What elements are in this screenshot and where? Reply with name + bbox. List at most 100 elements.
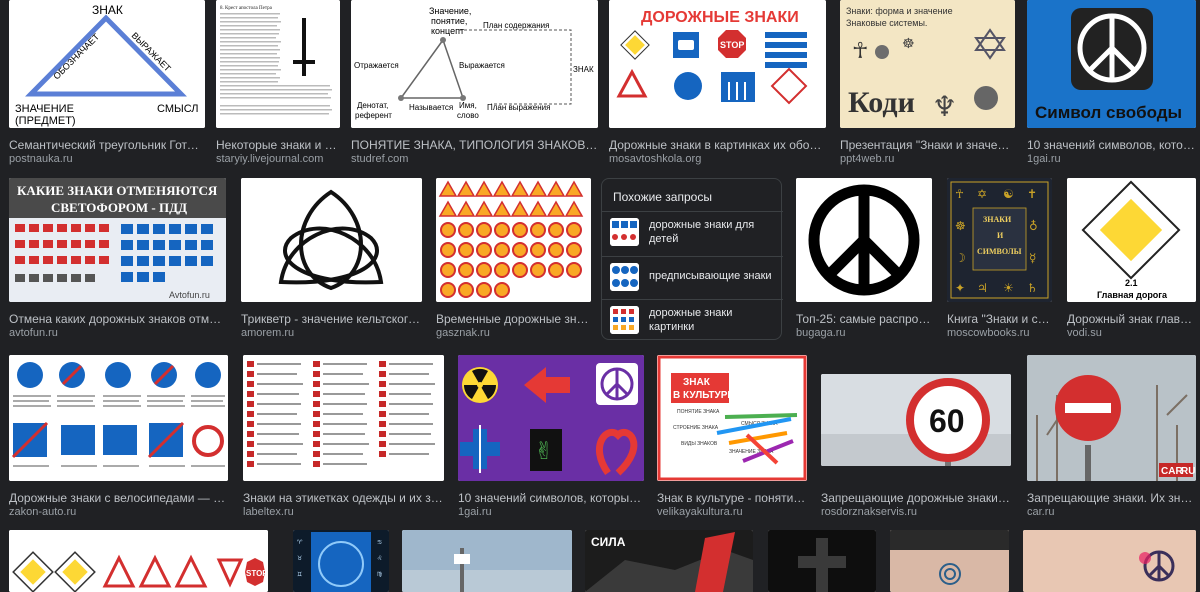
related-search-thumbnail[interactable]: [610, 306, 639, 334]
related-search-thumbnail[interactable]: [610, 263, 639, 291]
result-source[interactable]: velikayakultura.ru: [657, 506, 807, 519]
svg-text:8. Крест апостола Петра: 8. Крест апостола Петра: [220, 6, 273, 11]
result-source[interactable]: studref.com: [351, 153, 598, 166]
result-thumbnail[interactable]: СИЛА: [585, 530, 753, 592]
result-row-4: STOP ♈ ♉ ♊ ♋ ♌ ♍ СИЛА: [0, 530, 1200, 592]
svg-text:♋: ♋: [377, 539, 382, 546]
svg-text:☸: ☸: [902, 36, 915, 52]
result-source[interactable]: car.ru: [1027, 506, 1196, 519]
result-title[interactable]: Книга "Знаки и симво…: [947, 312, 1052, 326]
result-title[interactable]: Семантический треугольник Готлоба Фреге…: [9, 138, 205, 152]
result-source[interactable]: amorem.ru: [241, 327, 422, 340]
svg-text:Знаки: форма и значение: Знаки: форма и значение: [846, 6, 953, 16]
result-thumbnail[interactable]: Значение, понятие, концепт План содержан…: [351, 0, 598, 128]
result-thumbnail[interactable]: Знаки: форма и значение Знаковые системы…: [840, 0, 1015, 128]
svg-text:♊: ♊: [297, 571, 302, 578]
result-thumbnail[interactable]: Символ свободы: [1027, 0, 1196, 128]
result-title[interactable]: Дорожные знаки в картинках их обозначени…: [609, 138, 826, 152]
svg-text:ЗНАК: ЗНАК: [683, 377, 711, 388]
svg-text:60: 60: [929, 403, 965, 439]
svg-text:✦: ✦: [955, 281, 965, 295]
svg-text:И: И: [997, 231, 1004, 240]
result-thumbnail[interactable]: ✌: [458, 355, 644, 481]
svg-text:♄: ♄: [1027, 281, 1038, 295]
result-title[interactable]: Знак в культуре - понятие, виды…: [657, 491, 807, 505]
result-thumbnail[interactable]: [436, 178, 591, 302]
svg-text:понятие,: понятие,: [431, 16, 467, 26]
result-thumbnail[interactable]: [243, 355, 444, 481]
svg-text:♆: ♆: [932, 90, 957, 123]
result-title[interactable]: Временные дорожные знаки: [436, 312, 591, 326]
result-source[interactable]: 1gai.ru: [1027, 153, 1196, 166]
result-title[interactable]: Презентация "Знаки и значения. Знак…: [840, 138, 1015, 152]
result-source[interactable]: bugaga.ru: [796, 327, 932, 340]
result-title[interactable]: 10 значений символов, которые каждый…: [458, 491, 644, 505]
result-title[interactable]: 10 значений символов, которые каждый…: [1027, 138, 1196, 152]
result-title[interactable]: Трикветр - значение кельтского символ…: [241, 312, 422, 326]
result-thumbnail[interactable]: КАКИЕ ЗНАКИ ОТМЕНЯЮТСЯ СВЕТОФОРОМ - ПДД …: [9, 178, 226, 302]
result-title[interactable]: Запрещающие дорожные знаки: значение,…: [821, 491, 1011, 505]
svg-text:ЗНАЧЕНИЕ: ЗНАЧЕНИЕ: [15, 103, 74, 115]
svg-text:Имя,: Имя,: [459, 101, 477, 110]
result-title[interactable]: ПОНЯТИЕ ЗНАКА, ТИПОЛОГИЯ ЗНАКОВ. СОЦИАЛЬ…: [351, 138, 598, 152]
svg-text:STOP: STOP: [246, 569, 268, 578]
result-thumbnail[interactable]: [768, 530, 876, 592]
result-title[interactable]: Топ-25: самые распростране…: [796, 312, 932, 326]
related-search-label[interactable]: дорожные знаки для детей: [649, 218, 774, 246]
related-search-item[interactable]: дорожные знаки картинки: [602, 299, 783, 338]
result-source[interactable]: zakon-auto.ru: [9, 506, 228, 519]
result-thumbnail[interactable]: CAR RU: [1027, 355, 1196, 481]
result-title[interactable]: Отмена каких дорожных знаков отменяются …: [9, 312, 226, 326]
svg-text:СВЕТОФОРОМ - ПДД: СВЕТОФОРОМ - ПДД: [51, 200, 187, 215]
result-thumbnail[interactable]: ЗНАК ОБОЗНАЧАЕТ ВЫРАЖАЕТ ЗНАЧЕНИЕ (ПРЕДМ…: [9, 0, 205, 128]
result-thumbnail[interactable]: [890, 530, 1009, 592]
result-thumbnail[interactable]: 8. Крест апостола Петра: [216, 0, 340, 128]
result-thumbnail[interactable]: [9, 355, 228, 481]
result-source[interactable]: rosdorznakservis.ru: [821, 506, 1011, 519]
result-thumbnail[interactable]: 60: [821, 374, 1011, 466]
result-title[interactable]: Дорожный знак главная дор…: [1067, 312, 1196, 326]
related-search-thumbnail[interactable]: [610, 218, 639, 246]
result-thumbnail[interactable]: [241, 178, 422, 302]
result-thumbnail[interactable]: 2.1 Главная дорога: [1067, 178, 1196, 302]
result-source[interactable]: ppt4web.ru: [840, 153, 1015, 166]
result-title[interactable]: Запрещающие знаки. Их значение, …: [1027, 491, 1196, 505]
result-row-3: Дорожные знаки с велосипедами — значения…: [0, 355, 1200, 520]
result-source[interactable]: vodi.su: [1067, 327, 1196, 340]
result-thumbnail[interactable]: [796, 178, 932, 302]
svg-text:✝: ✝: [1027, 187, 1037, 201]
result-source[interactable]: staryiy.livejournal.com: [216, 153, 340, 166]
svg-text:☯: ☯: [1003, 187, 1014, 201]
result-source[interactable]: postnauka.ru: [9, 153, 205, 166]
svg-text:ЗНАК: ЗНАК: [92, 3, 123, 17]
result-title[interactable]: Некоторые знаки и их зна…: [216, 138, 340, 152]
svg-text:♃: ♃: [977, 281, 988, 295]
result-title[interactable]: Знаки на этикетках одежды и их значение: [243, 491, 444, 505]
svg-text:2.1: 2.1: [1125, 278, 1138, 288]
svg-text:референт: референт: [355, 111, 392, 120]
result-source[interactable]: labeltex.ru: [243, 506, 444, 519]
result-source[interactable]: avtofun.ru: [9, 327, 226, 340]
related-search-label[interactable]: предписывающие знаки: [649, 269, 774, 283]
result-thumbnail[interactable]: ♈ ♉ ♊ ♋ ♌ ♍: [293, 530, 389, 592]
result-thumbnail[interactable]: STOP: [9, 530, 268, 592]
result-source[interactable]: mosavtoshkola.org: [609, 153, 826, 166]
result-thumbnail[interactable]: ☥ ✡ ☯ ✝ ☸ ♁ ☽ ☿ ✦ ♃ ☀ ♄ ЗНАКИ И СИМВОЛЫ: [947, 178, 1052, 302]
related-search-item[interactable]: дорожные знаки для детей: [602, 211, 783, 250]
result-thumbnail[interactable]: ДОРОЖНЫЕ ЗНАКИ STOP: [609, 0, 826, 128]
result-title[interactable]: Дорожные знаки с велосипедами — значения…: [9, 491, 228, 505]
result-thumbnail[interactable]: ЗНАК В КУЛЬТУРЕ ПОНЯТИЕ ЗНАКА СМЫСЛ ЗНАК…: [657, 355, 807, 481]
result-source[interactable]: moscowbooks.ru: [947, 327, 1052, 340]
related-search-label[interactable]: дорожные знаки картинки: [649, 306, 774, 334]
svg-text:ЗНАКИ: ЗНАКИ: [983, 215, 1012, 224]
svg-text:Знаковые системы.: Знаковые системы.: [846, 18, 927, 28]
result-row-2: КАКИЕ ЗНАКИ ОТМЕНЯЮТСЯ СВЕТОФОРОМ - ПДД …: [0, 178, 1200, 343]
svg-text:ЗНАК: ЗНАК: [573, 65, 594, 74]
result-thumbnail[interactable]: [402, 530, 572, 592]
result-thumbnail[interactable]: [1023, 530, 1196, 592]
related-search-item[interactable]: предписывающие знаки: [602, 256, 783, 295]
result-source[interactable]: 1gai.ru: [458, 506, 644, 519]
svg-text:♈: ♈: [297, 539, 303, 546]
result-source[interactable]: gasznak.ru: [436, 327, 591, 340]
svg-text:Значение,: Значение,: [429, 6, 471, 16]
